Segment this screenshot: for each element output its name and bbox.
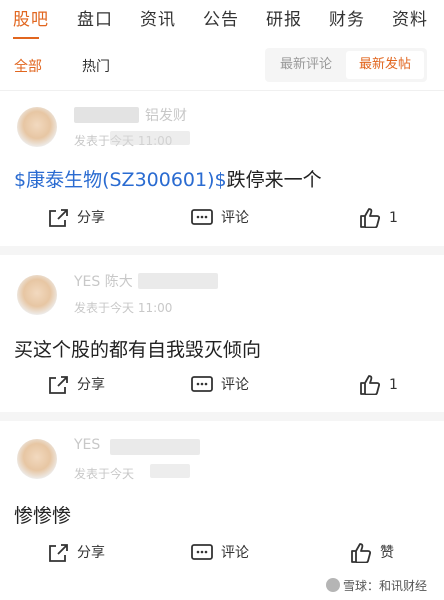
tab-research[interactable]: 研报: [266, 0, 302, 40]
post-text[interactable]: 惨惨惨: [14, 501, 71, 528]
blurred-username: [138, 273, 218, 289]
tab-news[interactable]: 资讯: [140, 0, 176, 40]
comment-icon: [191, 209, 213, 225]
share-label: 分享: [77, 210, 105, 226]
post-item[interactable]: 铝发财 发表于今天 11:00 $康泰生物(SZ300601)$跌停来一个 分享…: [0, 91, 444, 246]
share-label: 分享: [77, 545, 105, 561]
blurred-username: [110, 439, 200, 455]
avatar[interactable]: [17, 275, 57, 315]
tab-profile[interactable]: 资料: [392, 0, 428, 40]
subtab-all[interactable]: 全部: [14, 56, 42, 76]
comment-label: 评论: [221, 545, 249, 561]
comment-icon: [191, 376, 213, 392]
comment-icon: [191, 544, 213, 560]
thumbs-up-icon: [351, 543, 372, 563]
username[interactable]: 铝发财: [145, 105, 187, 125]
thumbs-up-icon: [360, 375, 381, 395]
blurred-time: [150, 464, 190, 478]
like-count: 1: [389, 210, 398, 226]
post-item[interactable]: YES 发表于今天 惨惨惨 分享 评论 赞: [0, 421, 444, 600]
tab-finance[interactable]: 财务: [329, 0, 365, 40]
username[interactable]: YES: [74, 437, 100, 453]
like-count: 1: [389, 377, 398, 393]
watermark: 雪球：和讯财经: [326, 577, 427, 594]
subtab-hot[interactable]: 热门: [82, 56, 110, 76]
tab-guba[interactable]: 股吧: [13, 0, 49, 40]
tab-announcements[interactable]: 公告: [203, 0, 239, 40]
watermark-text: 雪球：和讯财经: [343, 579, 428, 593]
post-text: 跌停来一个: [226, 169, 322, 191]
divider: [0, 246, 444, 255]
share-icon: [49, 376, 68, 394]
top-tab-bar: 股吧 盘口 资讯 公告 研报 财务 资料: [0, 0, 444, 40]
comment-label: 评论: [221, 210, 249, 226]
blurred-username: [74, 107, 139, 123]
comment-label: 评论: [221, 377, 249, 393]
filter-bar: 全部 热门 最新评论 最新发帖: [0, 40, 444, 91]
divider: [0, 412, 444, 421]
share-icon: [49, 544, 68, 562]
share-label: 分享: [77, 377, 105, 393]
sort-toggle: 最新评论 最新发帖: [265, 48, 427, 82]
avatar[interactable]: [17, 439, 57, 479]
thumbs-up-icon: [360, 208, 381, 228]
username[interactable]: YES 陈大: [74, 271, 133, 291]
blurred-time: [110, 131, 190, 145]
like-label: 赞: [380, 545, 394, 561]
sort-latest-reply-button[interactable]: 最新评论: [268, 51, 344, 79]
stock-link[interactable]: $康泰生物(SZ300601)$: [14, 169, 227, 191]
snowball-logo-icon: [326, 578, 340, 592]
post-time: 发表于今天 11:00: [74, 301, 173, 315]
sort-latest-post-button[interactable]: 最新发帖: [346, 51, 424, 79]
tab-pankou[interactable]: 盘口: [77, 0, 113, 40]
active-tab-indicator: [13, 37, 39, 39]
avatar[interactable]: [17, 107, 57, 147]
post-content[interactable]: $康泰生物(SZ300601)$跌停来一个: [14, 165, 322, 192]
post-item[interactable]: YES 陈大 发表于今天 11:00 买这个股的都有自我毁灭倾向 分享 评论 1: [0, 255, 444, 412]
post-time: 发表于今天: [74, 467, 135, 481]
post-text[interactable]: 买这个股的都有自我毁灭倾向: [14, 335, 261, 362]
share-icon: [49, 209, 68, 227]
